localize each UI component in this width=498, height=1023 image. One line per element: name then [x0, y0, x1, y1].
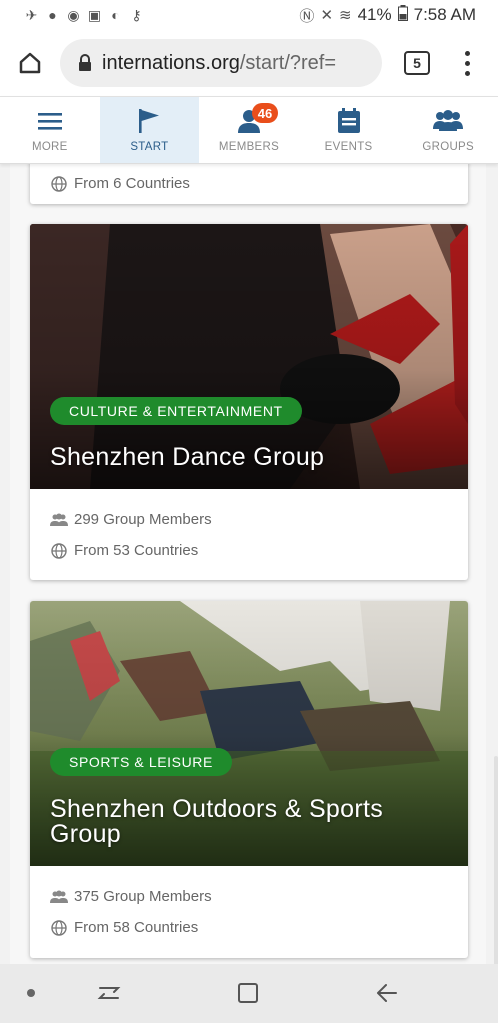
image-icon: ▣: [87, 6, 102, 23]
group-countries: From 53 Countries: [50, 535, 468, 566]
home-square-icon: [238, 983, 258, 1003]
browser-toolbar: internations.org/start/?ref= 5: [0, 30, 498, 96]
group-members-text: 375 Group Members: [74, 888, 212, 905]
tab-switcher-button[interactable]: 5: [404, 51, 430, 75]
url-domain: internations.org: [102, 51, 240, 74]
group-countries-text: From 53 Countries: [74, 542, 199, 559]
group-category-badge: CULTURE & ENTERTAINMENT: [50, 397, 302, 425]
back-button[interactable]: [372, 978, 402, 1008]
nfc-icon: Ⓝ: [299, 7, 315, 25]
group-card-partial[interactable]: From 6 Countries: [30, 164, 468, 204]
nav-members-label: MEMBERS: [218, 141, 280, 153]
menu-dot: [464, 70, 470, 76]
group-card[interactable]: CULTURE & ENTERTAINMENT Shenzhen Dance G…: [30, 224, 468, 580]
key-icon: ⚷: [131, 6, 142, 23]
group-category-badge: SPORTS & LEISURE: [50, 748, 232, 776]
home-icon: [19, 52, 41, 74]
recent-apps-button[interactable]: [94, 978, 124, 1008]
scroll-indicator[interactable]: [494, 756, 498, 966]
group-card[interactable]: SPORTS & LEISURE Shenzhen Outdoors & Spo…: [30, 601, 468, 958]
flag-icon: [137, 107, 161, 135]
people-icon: [50, 888, 68, 906]
group-countries: From 6 Countries: [50, 168, 468, 199]
chat-icon: ●: [48, 6, 57, 23]
wifi-signal-icon: ≋: [339, 7, 352, 24]
account-icon: ◉: [67, 6, 80, 23]
nav-start-label: START: [130, 141, 169, 153]
nav-more[interactable]: MORE: [0, 97, 100, 163]
back-arrow-icon: [377, 984, 397, 1002]
globe-icon: [50, 175, 68, 193]
nav-events-label: EVENTS: [324, 141, 373, 153]
browser-menu-button[interactable]: [452, 43, 482, 83]
home-button[interactable]: [2, 35, 58, 91]
nav-more-label: MORE: [31, 141, 68, 153]
nav-groups-label: GROUPS: [422, 141, 474, 153]
hamburger-icon: [37, 107, 62, 135]
nav-start[interactable]: START: [99, 97, 200, 163]
nav-events[interactable]: EVENTS: [299, 97, 399, 163]
battery-percent: 41%: [357, 5, 392, 24]
people-icon: [50, 511, 68, 529]
mute-icon: ✕: [320, 7, 334, 24]
nav-members[interactable]: 46 MEMBERS: [199, 97, 299, 163]
group-countries-text: From 58 Countries: [74, 919, 199, 936]
members-notification-badge: 46: [251, 103, 278, 123]
lock-icon: [79, 54, 91, 71]
nav-groups[interactable]: GROUPS: [398, 97, 498, 163]
groups-icon: [433, 107, 464, 135]
status-bar: ✈ ● ◉ ▣ ◐ ⚷ Ⓝ ✕ ≋ 41% 7:58 AM: [0, 0, 498, 30]
clock: 7:58 AM: [413, 5, 476, 24]
group-members-text: 299 Group Members: [74, 511, 212, 528]
groups-list[interactable]: From 6 Countries CULTURE & ENTERTAINMENT…: [0, 164, 498, 964]
missed-call-icon: ✈: [25, 6, 38, 23]
home-nav-button[interactable]: [233, 978, 263, 1008]
group-title: Shenzhen Outdoors & Sports Group: [50, 795, 383, 848]
url-path: /start/?ref=: [239, 51, 337, 74]
address-bar[interactable]: internations.org/start/?ref=: [60, 39, 382, 87]
globe-icon: [50, 542, 68, 560]
group-members: 299 Group Members: [50, 504, 468, 535]
url-text: internations.org/start/?ref=: [102, 52, 336, 75]
group-cover-image: CULTURE & ENTERTAINMENT Shenzhen Dance G…: [30, 224, 468, 489]
sync-icon: ◐: [111, 6, 120, 23]
group-title: Shenzhen Dance Group: [50, 443, 325, 471]
app-navigation: MORE START 46 MEMBERS EVENTS GROUPS: [0, 96, 498, 164]
menu-dot: [464, 50, 470, 56]
notification-icons: ✈ ● ◉ ▣ ◐ ⚷: [24, 6, 144, 23]
battery-icon: [397, 4, 408, 26]
globe-icon: [50, 919, 68, 937]
calendar-icon: [337, 107, 361, 135]
menu-dot: [464, 60, 470, 66]
group-cover-image: SPORTS & LEISURE Shenzhen Outdoors & Spo…: [30, 601, 468, 866]
nav-dot-indicator: [27, 989, 35, 997]
group-countries-text: From 6 Countries: [74, 175, 190, 192]
system-navigation-bar: [0, 964, 498, 1023]
recent-apps-icon: [97, 987, 121, 999]
group-members: 375 Group Members: [50, 881, 468, 912]
group-countries: From 58 Countries: [50, 912, 468, 943]
